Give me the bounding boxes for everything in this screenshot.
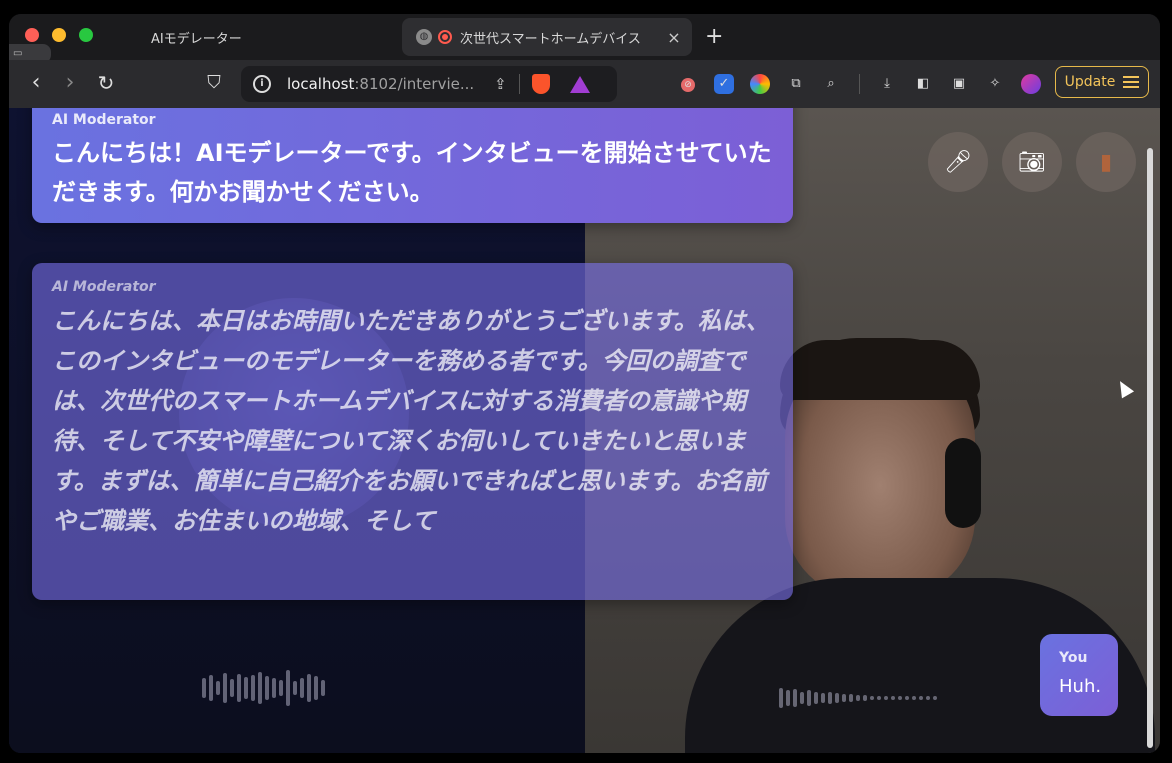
zoom-window-button[interactable] [79,28,93,42]
toolbar-divider [859,74,860,94]
download-icon[interactable]: ⤓ [877,74,897,94]
brave-shields-icon[interactable] [531,74,550,94]
sidebar-panel-icon[interactable]: ◧ [913,74,933,94]
user-speaker-label: You [1059,650,1088,666]
tab-title: 次世代スマートホームデバイス [460,31,641,47]
reload-icon[interactable]: ↻ [93,70,119,96]
color-picker-extension-icon[interactable] [750,74,770,94]
back-arrow-icon[interactable]: ‹ [23,70,49,96]
tab-strip: ▭ AIモデレーター ◍ 次世代スマートホームデバイス × + [9,14,1160,63]
browser-window: ▭ AIモデレーター ◍ 次世代スマートホームデバイス × + ‹ › ↻ ⛉ … [9,14,1160,753]
wallet-icon[interactable]: ▣ [949,74,969,94]
extensions-puzzle-icon[interactable]: ⧉ [786,74,806,94]
headphones [945,438,981,528]
menu-icon [1123,76,1140,88]
forward-arrow-icon[interactable]: › [57,70,83,96]
user-audio-waveform [779,676,937,720]
update-label: Update [1064,74,1116,90]
tab-title: AIモデレーター [151,31,242,47]
ai-message-bubble-streaming: AI Moderator こんにちは、本日はお時間いただきありがとうございます。… [32,263,793,600]
interview-page: 🎤︎ 📷︎ ▮ AI Moderator こんにちは！AIモデレーターです。イン… [9,108,1160,753]
message-speaker: AI Moderator [52,112,156,128]
leo-ai-icon[interactable]: ✧ [985,74,1005,94]
tab-ai-moderator[interactable]: AIモデレーター [129,18,379,56]
camera-icon[interactable]: 📷︎ [1002,132,1062,192]
message-text: こんにちは、本日はお時間いただきありがとうございます。私は、このインタビューのモ… [52,307,770,535]
ai-message-bubble: AI Moderator こんにちは！AIモデレーターです。インタビューを開始さ… [32,108,793,223]
url-divider [518,74,520,94]
brave-rewards-icon[interactable] [569,75,590,93]
screenshot-extension-icon[interactable]: ⌕ [821,74,841,94]
bookmark-icon[interactable]: ⛉ [201,70,227,96]
share-icon[interactable]: ⇪ [494,75,507,93]
url-host: localhost [287,75,355,93]
minimize-window-button[interactable] [52,28,66,42]
url-text[interactable]: localhost:8102/intervie... [287,75,474,93]
microphone-icon[interactable]: 🎤︎ [928,132,988,192]
ai-audio-waveform [202,666,325,710]
page-scrollbar[interactable] [1147,148,1153,748]
address-bar[interactable]: i localhost:8102/intervie... ⇪ [241,66,617,102]
message-text: こんにちは！AIモデレーターです。インタビューを開始させていただきます。何かお聞… [52,139,772,206]
message-speaker: AI Moderator [52,279,156,295]
globe-icon: ◍ [416,29,432,45]
site-info-icon[interactable]: i [253,75,271,93]
recording-icon [438,30,452,44]
blocked-extension-icon[interactable]: ⊘ [681,78,695,92]
user-message-text: Huh. [1059,676,1102,697]
tab-smart-home[interactable]: ◍ 次世代スマートホームデバイス × [402,18,692,56]
exit-door-icon[interactable]: ▮ [1076,132,1136,192]
user-message-bubble: You Huh. [1040,634,1118,716]
browser-toolbar: ‹ › ↻ ⛉ i localhost:8102/intervie... ⇪ ⊘… [9,60,1160,108]
close-tab-icon[interactable]: × [664,28,684,47]
update-button[interactable]: Update [1055,66,1149,98]
person-hair [780,340,980,400]
vpn-extension-icon[interactable]: ✓ [714,74,734,94]
close-window-button[interactable] [25,28,39,42]
url-path: :8102/intervie... [354,75,475,93]
profile-avatar[interactable] [1021,74,1041,94]
new-tab-button[interactable]: + [705,24,723,49]
